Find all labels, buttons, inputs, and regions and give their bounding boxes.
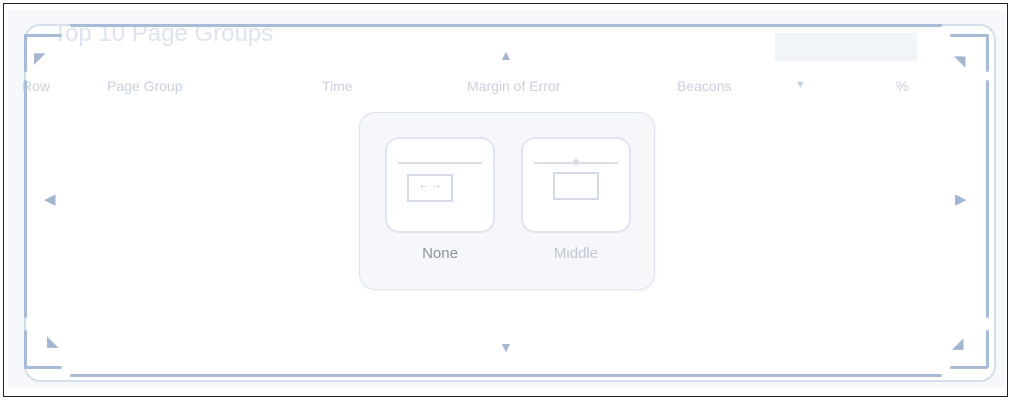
resize-left-arrow-icon[interactable]: ◀: [44, 192, 56, 207]
frame-segment[interactable]: [24, 330, 27, 368]
column-header-beacons: Beacons: [677, 78, 732, 94]
resize-right-arrow-icon[interactable]: ▶: [955, 192, 967, 207]
frame-segment[interactable]: [24, 80, 27, 318]
column-header-percent: %: [896, 78, 909, 94]
alignment-option-none[interactable]: ← →: [385, 137, 495, 233]
resize-corner-top-right-icon[interactable]: ◥: [954, 54, 966, 69]
horizontal-arrows-icon: ← →: [418, 180, 442, 191]
resize-corner-bottom-left-icon[interactable]: ◣: [47, 334, 59, 349]
frame-segment[interactable]: [24, 34, 62, 37]
resize-corner-top-left-icon[interactable]: ◤: [34, 51, 46, 66]
resize-down-arrow-icon[interactable]: ▼: [499, 340, 513, 354]
frame-segment[interactable]: [986, 330, 989, 368]
frame-segment[interactable]: [986, 34, 989, 72]
resize-corner-bottom-right-icon[interactable]: ◢: [952, 336, 964, 351]
column-header-page-group: Page Group: [107, 78, 183, 94]
frame-segment[interactable]: [70, 24, 942, 27]
alignment-option-middle-label: Middle: [553, 245, 599, 262]
resize-up-arrow-icon[interactable]: ▲: [499, 48, 513, 62]
header-control-placeholder: [775, 33, 917, 61]
frame-segment[interactable]: [950, 366, 988, 369]
sort-descending-icon[interactable]: ▼: [795, 79, 806, 91]
middle-alignment-icon: [553, 172, 599, 200]
no-alignment-icon: ← →: [407, 174, 453, 202]
frame-segment[interactable]: [70, 374, 942, 377]
alignment-picker: ← → None Middle: [359, 112, 655, 290]
alignment-option-none-label: None: [422, 245, 458, 262]
alignment-option-middle[interactable]: [521, 137, 631, 233]
column-header-margin-of-error: Margin of Error: [467, 78, 561, 94]
frame-segment[interactable]: [950, 34, 988, 37]
center-marker-icon: [573, 159, 579, 165]
frame-segment[interactable]: [24, 34, 27, 72]
frame-segment[interactable]: [24, 366, 62, 369]
frame-segment[interactable]: [986, 80, 989, 318]
column-header-time: Time: [322, 78, 353, 94]
